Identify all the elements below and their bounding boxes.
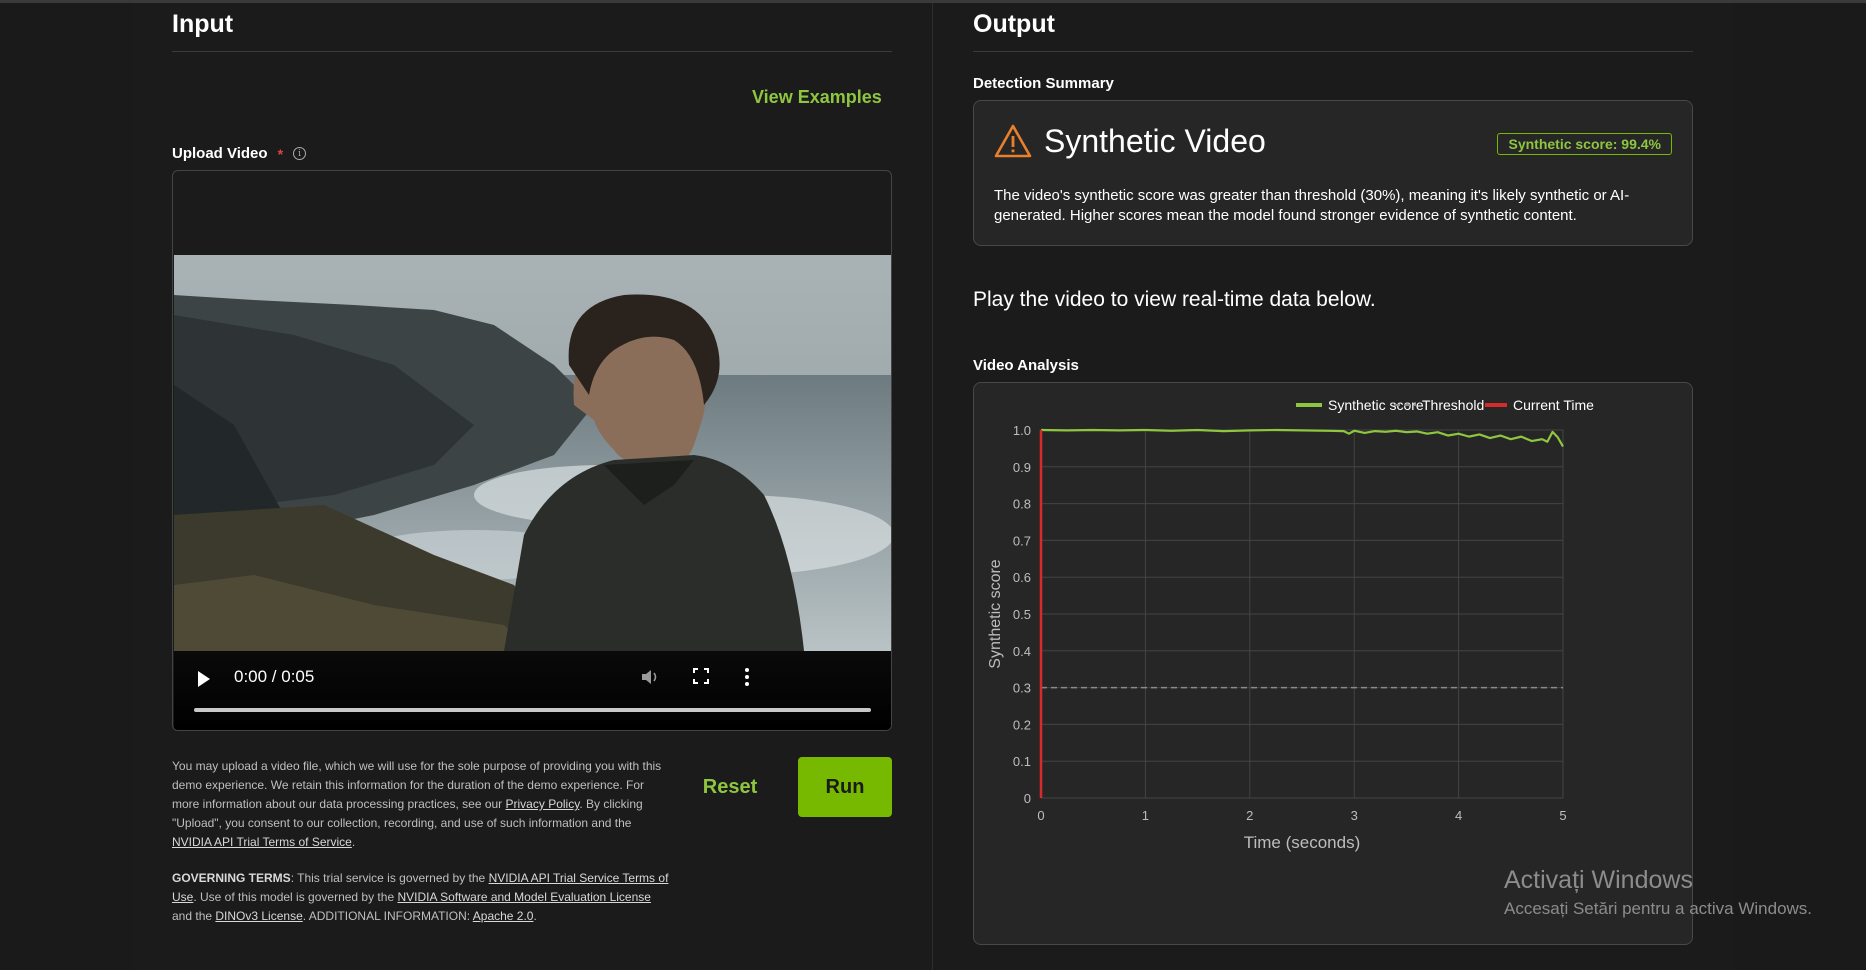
- synthetic-score-line: [1040, 428, 1564, 448]
- y-tick-label: 0.4: [1013, 644, 1031, 659]
- y-tick-label: 0.5: [1013, 607, 1031, 622]
- verdict-title: Synthetic Video: [1044, 123, 1266, 159]
- y-tick-label: 0.7: [1013, 533, 1031, 548]
- notice-text-3: .: [351, 835, 356, 849]
- api-trial-terms-link[interactable]: NVIDIA API Trial Terms of Service: [172, 835, 352, 849]
- y-tick-label: 0.8: [1013, 497, 1031, 512]
- fullscreen-icon[interactable]: [692, 667, 710, 690]
- output-title-rule: [973, 51, 1693, 52]
- input-title: Input: [172, 10, 234, 38]
- software-model-license-link[interactable]: NVIDIA Software and Model Evaluation Lic…: [397, 890, 650, 904]
- view-examples-button[interactable]: View Examples: [752, 87, 882, 108]
- upload-notice: You may upload a video file, which we wi…: [172, 757, 672, 852]
- x-tick-label: 3: [1351, 808, 1358, 823]
- coastal-scene-image: [174, 255, 891, 651]
- x-tick-label: 5: [1559, 808, 1566, 823]
- video-analysis-chart-card: 0 0.1 0.2 0.3 0.4 0.5 0.6 0.7 0.8 0.9 1.0 0 1 2 3 4 5 Tim…: [973, 382, 1693, 945]
- y-tick-label: 0.6: [1013, 570, 1031, 585]
- y-tick-label: 0.9: [1013, 460, 1031, 475]
- x-tick-label: 0: [1037, 808, 1044, 823]
- upload-video-label-text: Upload Video: [172, 145, 268, 162]
- detection-summary-label: Detection Summary: [973, 75, 1114, 92]
- synthetic-score-badge: Synthetic score: 99.4%: [1497, 133, 1672, 155]
- info-icon[interactable]: i: [293, 147, 307, 160]
- video-thumbnail: [174, 255, 891, 651]
- windows-activation-subtitle: Accesați Setări pentru a activa Windows.: [1504, 899, 1813, 918]
- governing-terms-heading: GOVERNING TERMS: [172, 871, 291, 885]
- warning-icon: [994, 124, 1032, 158]
- legend-label-threshold: Threshold: [1422, 397, 1484, 413]
- governing-text-1: : This trial service is governed by the: [290, 871, 489, 885]
- y-tick-label: 0: [1024, 791, 1031, 806]
- reset-button[interactable]: Reset: [690, 757, 770, 817]
- y-tick-label: 1.0: [1013, 423, 1031, 438]
- video-analysis-label: Video Analysis: [973, 357, 1079, 374]
- column-divider: [932, 3, 933, 970]
- input-title-rule: [172, 51, 892, 52]
- upload-video-label: Upload Video * i: [172, 145, 307, 162]
- x-axis-label: Time (seconds): [1244, 833, 1361, 852]
- video-controls: 0:00 / 0:05: [174, 651, 891, 730]
- governing-text-3: and the: [172, 909, 216, 923]
- x-tick-label: 1: [1142, 808, 1149, 823]
- y-tick-label: 0.1: [1013, 754, 1031, 769]
- more-options-icon[interactable]: [744, 667, 750, 692]
- video-upload-box[interactable]: 0:00 / 0:05: [172, 170, 892, 731]
- summary-description: The video's synthetic score was greater …: [994, 187, 1630, 224]
- play-icon[interactable]: [198, 671, 210, 687]
- video-time: 0:00 / 0:05: [234, 667, 315, 686]
- y-tick-label: 0.3: [1013, 681, 1031, 696]
- apache-license-link[interactable]: Apache 2.0: [473, 909, 534, 923]
- run-button[interactable]: Run: [798, 757, 892, 817]
- required-marker: *: [277, 145, 284, 162]
- x-tick-label: 4: [1455, 808, 1462, 823]
- video-analysis-chart: 0 0.1 0.2 0.3 0.4 0.5 0.6 0.7 0.8 0.9 1.0 0 1 2 3 4 5 Tim…: [987, 397, 1594, 852]
- detection-summary-card: Synthetic Video Synthetic score: 99.4% T…: [973, 100, 1693, 246]
- y-tick-label: 0.2: [1013, 717, 1031, 732]
- x-tick-label: 2: [1246, 808, 1253, 823]
- governing-text-5: .: [533, 909, 537, 923]
- privacy-policy-link[interactable]: Privacy Policy: [506, 797, 580, 811]
- y-axis-label: Synthetic score: [987, 559, 1004, 668]
- dinov3-license-link[interactable]: DINOv3 License: [215, 909, 302, 923]
- governing-text-2: . Use of this model is governed by the: [193, 890, 398, 904]
- output-title: Output: [973, 10, 1055, 38]
- windows-activation-title: Activați Windows: [1504, 866, 1693, 894]
- legend-label-current-time: Current Time: [1513, 397, 1594, 413]
- video-player[interactable]: 0:00 / 0:05: [174, 255, 891, 730]
- volume-icon[interactable]: [640, 667, 660, 692]
- video-progress-bar[interactable]: [194, 708, 871, 712]
- governing-terms: GOVERNING TERMS: This trial service is g…: [172, 869, 672, 926]
- governing-text-4: . ADDITIONAL INFORMATION:: [302, 909, 473, 923]
- play-hint-text: Play the video to view real-time data be…: [973, 288, 1376, 311]
